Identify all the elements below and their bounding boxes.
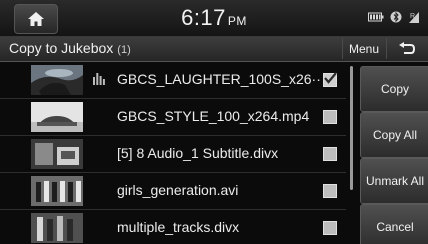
copy-button[interactable]: Copy [360, 66, 428, 112]
list-item[interactable]: multiple_tracks.divx [0, 210, 346, 244]
back-arrow-icon [399, 41, 416, 54]
checkmark-icon [324, 72, 337, 84]
back-button[interactable] [386, 38, 427, 59]
selection-count: (1) [117, 44, 131, 56]
checkbox[interactable] [323, 147, 337, 161]
checkbox[interactable] [323, 184, 337, 198]
now-playing-icon [93, 73, 105, 85]
battery-icon [368, 12, 384, 22]
clock: 6:17 PM [0, 5, 428, 31]
status-icons: R [368, 10, 420, 24]
file-name: GBCS_STYLE_100_x264.mp4 [117, 108, 310, 124]
video-thumbnail [31, 102, 83, 132]
menu-button[interactable]: Menu [342, 38, 385, 59]
video-thumbnail [31, 213, 83, 243]
video-thumbnail [31, 65, 83, 95]
file-list: GBCS_LAUGHTER_100S_x26··· GBCS_STYLE_100… [0, 62, 346, 244]
copy-all-button[interactable]: Copy All [360, 112, 428, 158]
list-item[interactable]: [5] 8 Audio_1 Subtitle.divx [0, 136, 346, 173]
video-thumbnail [31, 139, 83, 169]
screen: 6:17 PM R Copy to Jukebox (1) Menu GBCS_… [0, 0, 428, 244]
bluetooth-icon [390, 11, 402, 23]
clock-time: 6:17 [181, 5, 226, 30]
page-title: Copy to Jukebox (1) [9, 40, 131, 56]
file-name: [5] 8 Audio_1 Subtitle.divx [117, 145, 279, 161]
status-bar: 6:17 PM R [0, 0, 428, 37]
list-item[interactable]: GBCS_LAUGHTER_100S_x26··· [0, 62, 346, 99]
scrollbar[interactable] [350, 66, 353, 190]
title-bar: Copy to Jukebox (1) Menu [0, 37, 428, 62]
clock-ampm: PM [227, 14, 247, 28]
checkbox[interactable] [323, 110, 337, 124]
list-item[interactable]: GBCS_STYLE_100_x264.mp4 [0, 99, 346, 136]
file-name: girls_generation.avi [117, 182, 239, 198]
title-text: Copy to Jukebox [9, 40, 114, 56]
checkbox-checked[interactable] [323, 72, 337, 87]
svg-text:R: R [410, 13, 415, 20]
checkbox[interactable] [323, 221, 337, 235]
signal-icon: R [409, 12, 419, 23]
list-item[interactable]: girls_generation.avi [0, 173, 346, 210]
file-name: multiple_tracks.divx [117, 219, 240, 235]
unmark-all-button[interactable]: Unmark All [360, 158, 428, 204]
cancel-button[interactable]: Cancel [360, 204, 428, 244]
video-thumbnail [31, 176, 83, 206]
file-name: GBCS_LAUGHTER_100S_x26··· [117, 71, 321, 87]
